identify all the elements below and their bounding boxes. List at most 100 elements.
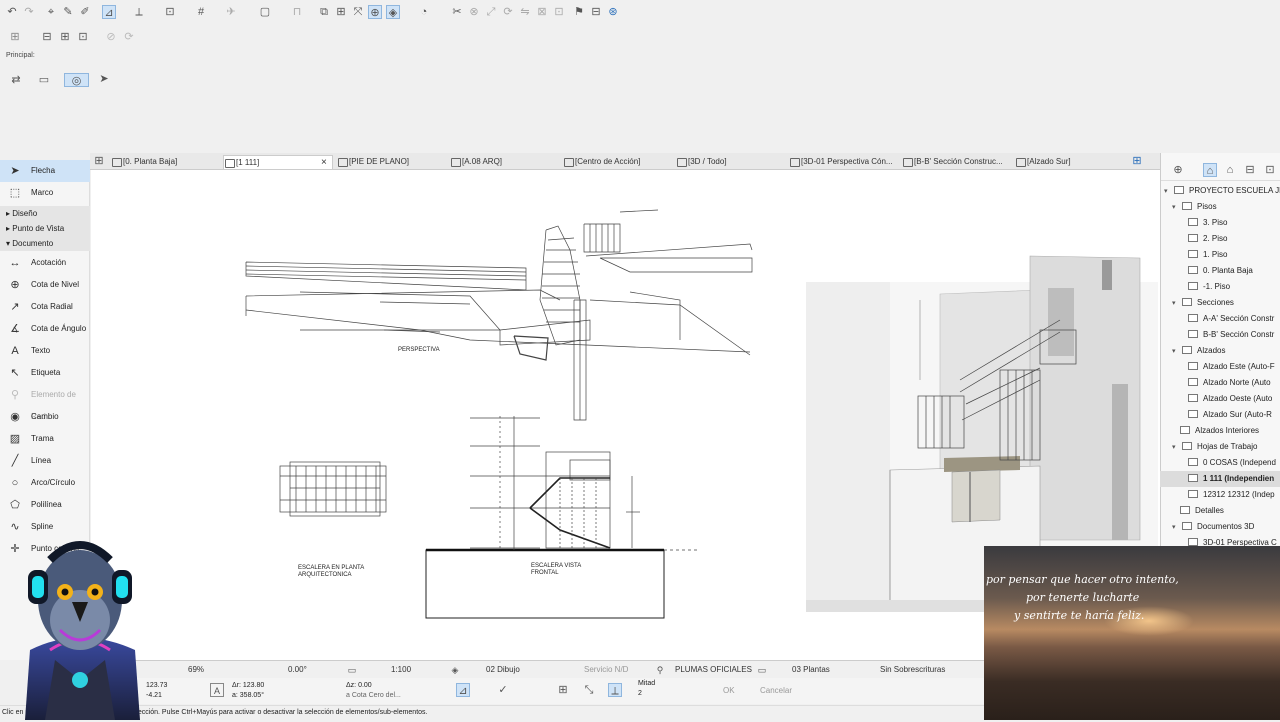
tool-elemento-de-red[interactable]: ⚲ Elemento de Red: [0, 384, 90, 421]
zoom-value[interactable]: 69%: [188, 664, 204, 676]
tab-overview-icon[interactable]: ⊞: [92, 154, 106, 168]
group-diseno[interactable]: ▸ Diseño: [0, 206, 90, 221]
layout-book-tab-icon[interactable]: ⊟: [1243, 163, 1257, 177]
tool-trama[interactable]: ▨ Trama: [0, 428, 90, 450]
marquee-icon[interactable]: ▢: [258, 5, 272, 19]
nav-detalles[interactable]: Detalles: [1180, 503, 1224, 519]
nav-item-1-111[interactable]: 1 111 (Independien: [1160, 471, 1280, 487]
tab-list-icon[interactable]: ⊞: [1130, 154, 1144, 168]
undo-icon[interactable]: ↶: [5, 5, 19, 19]
syringe-icon[interactable]: ✐: [78, 5, 92, 19]
tool-cota-radial[interactable]: ↗ Cota Radial: [0, 296, 90, 318]
redo-icon[interactable]: ↷: [22, 5, 36, 19]
rotate-icon[interactable]: ⟳: [501, 5, 515, 19]
guide-lines-icon[interactable]: ⟂: [132, 5, 146, 19]
refresh-icon[interactable]: ⟳: [122, 30, 136, 44]
suspend-groups-icon[interactable]: ⊕: [368, 5, 382, 19]
coord-dr[interactable]: Δr: 123.80: [232, 682, 264, 689]
nav-item-0-cosas[interactable]: 0 COSAS (Independ: [1188, 455, 1276, 471]
arrow-method-icon[interactable]: ⇄: [9, 73, 23, 87]
snap-mode-number[interactable]: 2: [638, 690, 642, 697]
nav-item-seccion-aa[interactable]: A-A' Sección Constr: [1188, 311, 1274, 327]
nav-item-alzado-oeste[interactable]: Alzado Oeste (Auto: [1188, 391, 1272, 407]
tool-etiqueta[interactable]: ↖ Etiqueta: [0, 362, 90, 384]
group-documento[interactable]: ▾ Documento: [0, 236, 90, 251]
layer-value[interactable]: 02 Dibujo: [486, 664, 520, 676]
nav-item-alzado-sur[interactable]: Alzado Sur (Auto-R: [1188, 407, 1272, 423]
group-punto-de-vista[interactable]: ▸ Punto de Vista: [0, 221, 90, 236]
publish-icon[interactable]: ⊛: [606, 5, 620, 19]
tool-cota-de-angulo[interactable]: ∡ Cota de Ángulo: [0, 318, 90, 340]
navigator-menu-icon[interactable]: ⊕: [1171, 163, 1185, 177]
tab-3d-todo[interactable]: [3D / Todo]: [676, 155, 727, 169]
tab-pie-de-plano[interactable]: [PIE DE PLANO]: [337, 155, 409, 169]
nav-alzados-interiores[interactable]: Alzados Interiores: [1180, 423, 1259, 439]
nav-item-alzado-este[interactable]: Alzado Este (Auto-F: [1188, 359, 1275, 375]
nav-item-1-piso[interactable]: 1. Piso: [1188, 247, 1227, 263]
tool-arco-circulo[interactable]: ○ Arco/Círculo: [0, 472, 90, 494]
link-icon[interactable]: ⊘: [104, 30, 118, 44]
project-map-icon[interactable]: ⌂: [1203, 163, 1217, 177]
snap-point-icon[interactable]: ⤡: [582, 683, 596, 697]
tab-alzado-sur[interactable]: [Alzado Sur]: [1015, 155, 1071, 169]
lock-icon[interactable]: ⊓: [290, 5, 304, 19]
nav-item-3-piso[interactable]: 3. Piso: [1188, 215, 1227, 231]
gravity-icon[interactable]: ⟂: [608, 683, 622, 697]
coord-angle[interactable]: a: 358.05°: [232, 692, 264, 699]
nav-item-planta-baja[interactable]: 0. Planta Baja: [1188, 263, 1253, 279]
magnet-icon[interactable]: ⊗: [467, 5, 481, 19]
snap-mode-label[interactable]: Mitad: [638, 680, 655, 687]
mirror-icon[interactable]: ⇋: [518, 5, 532, 19]
tool-flecha[interactable]: ➤ Flecha: [0, 160, 90, 182]
nav-item-seccion-bb[interactable]: B-B' Sección Constr: [1188, 327, 1274, 343]
nav-hojas-de-trabajo[interactable]: ▾ Hojas de Trabajo: [1172, 439, 1257, 455]
renovation-icon[interactable]: ◔: [417, 5, 431, 19]
coord-dz[interactable]: Δz: 0.00: [346, 682, 372, 689]
tool-polilinea[interactable]: ⬠ Polilínea: [0, 494, 90, 516]
tool-acotacion[interactable]: ↔ Acotación: [0, 252, 90, 274]
selection-arrow-icon[interactable]: ⊿: [102, 5, 116, 19]
nav-item-2-piso[interactable]: 2. Piso: [1188, 231, 1227, 247]
snap-icon[interactable]: ⊡: [163, 5, 177, 19]
cursor-icon[interactable]: ➤: [97, 72, 111, 86]
layers-icon[interactable]: ⊟: [40, 30, 54, 44]
tool-linea[interactable]: ╱ Línea: [0, 450, 90, 472]
coord-ref[interactable]: a Cota Cero del...: [346, 692, 401, 699]
tab-centro-de-accion[interactable]: [Centro de Acción]: [563, 155, 640, 169]
override-value[interactable]: Sin Sobrescrituras: [880, 664, 945, 676]
rotated-rectangle-icon[interactable]: ◎: [64, 73, 89, 87]
ok-button[interactable]: OK: [723, 686, 735, 695]
nav-alzados[interactable]: ▾ Alzados: [1172, 343, 1225, 359]
nav-pisos[interactable]: ▾ Pisos: [1172, 199, 1217, 215]
constraint-icon[interactable]: ✓: [496, 683, 510, 697]
close-icon[interactable]: ×: [321, 156, 327, 170]
trace-icon[interactable]: ✈: [224, 5, 238, 19]
nav-secciones[interactable]: ▾ Secciones: [1172, 295, 1234, 311]
multiply-icon[interactable]: ⊠: [535, 5, 549, 19]
transfer-icon[interactable]: ⊡: [76, 30, 90, 44]
layout-book-icon[interactable]: ⊟: [589, 5, 603, 19]
flag-icon[interactable]: ⚑: [572, 5, 586, 19]
servicio-value[interactable]: Servicio N/D: [584, 664, 628, 676]
paste-icon[interactable]: ⊞: [8, 30, 22, 44]
cancel-button[interactable]: Cancelar: [760, 686, 792, 695]
relative-construction-icon[interactable]: ⊿: [456, 683, 470, 697]
tab-3d-perspectiva[interactable]: [3D-01 Perspectiva Cón...: [789, 155, 893, 169]
resize-icon[interactable]: ⊡: [552, 5, 566, 19]
scissors-icon[interactable]: ✂: [450, 5, 464, 19]
scale-value[interactable]: 1:100: [391, 664, 411, 676]
tool-texto[interactable]: A Texto: [0, 340, 90, 362]
tab-planta-baja[interactable]: [0. Planta Baja]: [111, 155, 177, 169]
model-view-value[interactable]: 03 Plantas: [792, 664, 830, 676]
grid-icon[interactable]: #: [194, 5, 208, 19]
tool-cambio[interactable]: ◉ Cambio: [0, 406, 90, 428]
drag-icon[interactable]: ⊞: [334, 5, 348, 19]
find-select-icon[interactable]: ⌖: [44, 5, 58, 19]
layer-combination-icon[interactable]: ◈: [386, 5, 400, 19]
absolute-coordinates-icon[interactable]: A: [210, 683, 224, 697]
publisher-icon[interactable]: ⊡: [1263, 163, 1277, 177]
stretch-icon[interactable]: ⤧: [351, 5, 365, 19]
nav-item-alzado-norte[interactable]: Alzado Norte (Auto: [1188, 375, 1271, 391]
offset-icon[interactable]: ⤢: [484, 5, 498, 19]
nav-item-12312[interactable]: 12312 12312 (Indep: [1188, 487, 1275, 503]
